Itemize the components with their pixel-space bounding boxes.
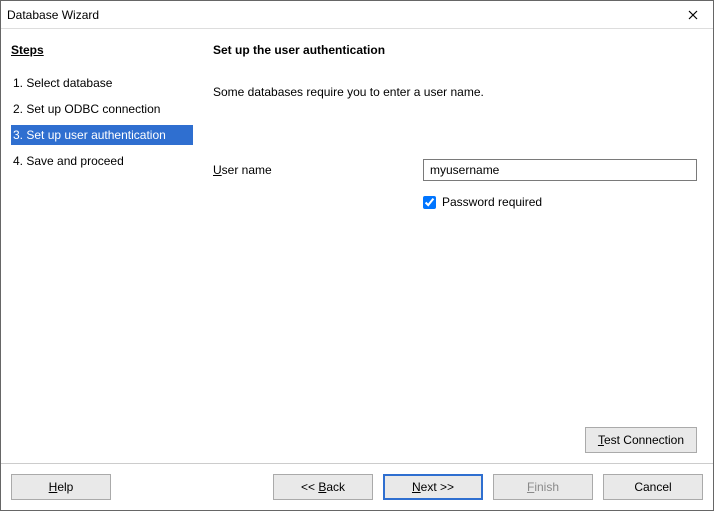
username-row: User name xyxy=(213,159,697,181)
step-2: 2. Set up ODBC connection xyxy=(11,99,193,119)
step-3: 3. Set up user authentication xyxy=(11,125,193,145)
step-4: 4. Save and proceed xyxy=(11,151,193,171)
steps-sidebar: Steps 1. Select database 2. Set up ODBC … xyxy=(11,43,201,463)
page-description: Some databases require you to enter a us… xyxy=(213,85,697,99)
step-num: 4. xyxy=(13,154,23,168)
cancel-button[interactable]: Cancel xyxy=(603,474,703,500)
finish-button: Finish xyxy=(493,474,593,500)
titlebar: Database Wizard xyxy=(1,1,713,29)
step-num: 3. xyxy=(13,128,23,142)
step-1: 1. Select database xyxy=(11,73,193,93)
step-label: Save and proceed xyxy=(26,154,123,168)
page-heading: Set up the user authentication xyxy=(213,43,697,57)
password-required-label: Password required xyxy=(442,195,542,209)
step-label: Set up user authentication xyxy=(26,128,165,142)
test-connection-row: Test Connection xyxy=(213,427,697,463)
username-label: User name xyxy=(213,163,423,177)
test-connection-button[interactable]: Test Connection xyxy=(585,427,697,453)
main-panel: Set up the user authentication Some data… xyxy=(201,43,703,463)
step-label: Select database xyxy=(26,76,112,90)
help-button[interactable]: Help xyxy=(11,474,111,500)
password-required-row: Password required xyxy=(423,195,697,209)
steps-heading: Steps xyxy=(11,43,193,57)
step-num: 1. xyxy=(13,76,23,90)
next-button[interactable]: Next >> xyxy=(383,474,483,500)
window-title: Database Wizard xyxy=(7,8,673,22)
step-label: Set up ODBC connection xyxy=(26,102,160,116)
username-input[interactable] xyxy=(423,159,697,181)
back-button[interactable]: << Back xyxy=(273,474,373,500)
wizard-body: Steps 1. Select database 2. Set up ODBC … xyxy=(1,29,713,463)
step-num: 2. xyxy=(13,102,23,116)
password-required-checkbox[interactable] xyxy=(423,196,436,209)
footer: Help << Back Next >> Finish Cancel xyxy=(1,463,713,510)
close-icon[interactable] xyxy=(673,1,713,29)
wizard-window: Database Wizard Steps 1. Select database… xyxy=(0,0,714,511)
